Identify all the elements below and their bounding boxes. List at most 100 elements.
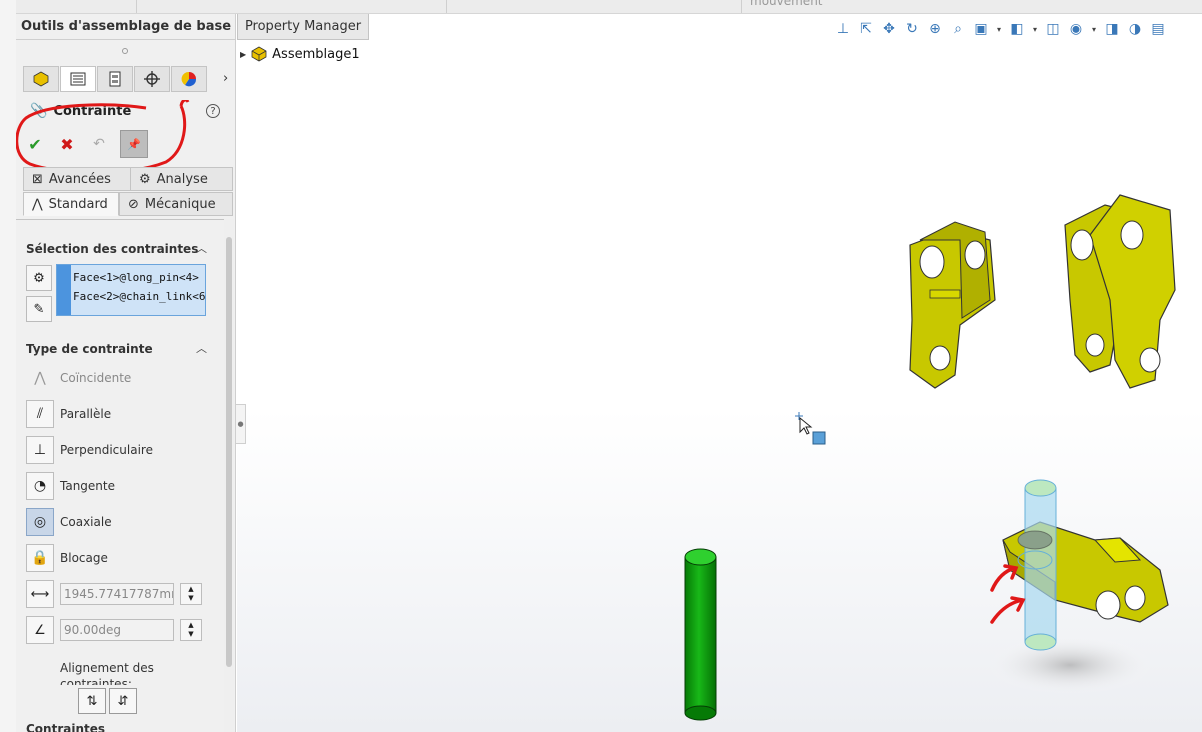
- select-icon[interactable]: ⇱: [857, 21, 875, 37]
- property-manager-header: 📎 Contrainte: [30, 100, 230, 122]
- tab-label: Avancées: [48, 171, 111, 187]
- tab-property-manager-icon[interactable]: [60, 66, 96, 92]
- tab-label: Mécanique: [144, 196, 216, 212]
- distance-spinner[interactable]: ▲ ▼: [180, 583, 202, 605]
- chevron-up-icon[interactable]: ︿: [196, 240, 207, 256]
- standard-mates-icon: ⋀: [32, 196, 43, 212]
- mate-selection-icon[interactable]: ⚙: [26, 265, 52, 291]
- resize-grip-icon[interactable]: [122, 48, 128, 54]
- crosshair-icon: [144, 71, 160, 87]
- appearance-icon[interactable]: ◨: [1103, 21, 1121, 37]
- analysis-icon: ⚙: [139, 171, 151, 187]
- angle-icon[interactable]: ∠: [26, 616, 54, 644]
- pan-icon[interactable]: ✥: [880, 21, 898, 37]
- zoom-fit-icon[interactable]: ⊕: [926, 21, 944, 37]
- assembly-icon: [33, 71, 49, 87]
- tab-advanced[interactable]: ⊠ Avancées: [23, 167, 131, 191]
- divider: [136, 0, 137, 13]
- mate-parallel[interactable]: ⫽ Parallèle: [26, 400, 111, 428]
- mate-perpendicular[interactable]: ⊥ Perpendiculaire: [26, 436, 153, 464]
- action-buttons: ✔ ✖ ↶ 📌: [24, 130, 148, 158]
- view-settings-icon[interactable]: ▤: [1149, 21, 1167, 37]
- tab-configuration-manager[interactable]: [97, 66, 133, 92]
- anti-aligned-button[interactable]: ⇵: [109, 688, 137, 714]
- list-item[interactable]: Face<2>@chain_link<6>: [73, 290, 205, 303]
- tab-label: Analyse: [156, 171, 208, 187]
- tab-property-manager[interactable]: Property Manager: [237, 14, 369, 40]
- mate-tangent[interactable]: ◔ Tangente: [26, 472, 115, 500]
- spin-up-icon[interactable]: ▲: [188, 621, 193, 630]
- tangent-icon: ◔: [26, 472, 54, 500]
- scene-icon[interactable]: ◑: [1126, 21, 1144, 37]
- help-icon[interactable]: ?: [206, 104, 220, 118]
- undo-button[interactable]: ↶: [88, 133, 110, 155]
- chevron-down-icon[interactable]: ▾: [995, 25, 1003, 34]
- eye-icon[interactable]: ◉: [1067, 21, 1085, 37]
- chevron-right-icon[interactable]: ›: [223, 71, 228, 86]
- mate-lock[interactable]: 🔒 Blocage: [26, 544, 108, 572]
- motion-study-label[interactable]: mouvement: [750, 0, 823, 8]
- perpendicular-icon: ⊥: [26, 436, 54, 464]
- parallel-icon: ⫽: [26, 400, 54, 428]
- expand-arrow-icon[interactable]: ▶: [240, 50, 246, 59]
- multi-mate-icon[interactable]: ✎: [26, 296, 52, 322]
- aligned-button[interactable]: ⇅: [78, 688, 106, 714]
- spin-down-icon[interactable]: ▼: [188, 594, 193, 603]
- zoom-area-icon[interactable]: ⌕: [949, 21, 967, 37]
- mate-label: Coaxiale: [60, 515, 112, 529]
- mate-label: Tangente: [60, 479, 115, 493]
- tab-mechanical[interactable]: ⊘ Mécanique: [119, 192, 233, 216]
- cancel-button[interactable]: ✖: [56, 133, 78, 155]
- distance-input[interactable]: 1945.77417787mm: [60, 583, 174, 605]
- assembly-icon: [251, 46, 267, 62]
- mechanical-mates-icon: ⊘: [128, 196, 139, 212]
- distance-icon[interactable]: ⟷: [26, 580, 54, 608]
- section-view-icon[interactable]: ▣: [972, 21, 990, 37]
- selection-bar: [57, 265, 71, 315]
- manager-tabs: ›: [23, 66, 233, 92]
- divider: [446, 0, 447, 13]
- coincident-icon: ⋀: [34, 370, 46, 386]
- command-manager-strip: mouvement: [16, 0, 1202, 14]
- tab-label: Standard: [48, 196, 108, 212]
- display-style-icon[interactable]: ◧: [1008, 21, 1026, 37]
- chevron-up-icon[interactable]: ︿: [196, 340, 207, 356]
- ok-button[interactable]: ✔: [24, 133, 46, 155]
- mate-label: Parallèle: [60, 407, 112, 421]
- angle-input[interactable]: 90.00deg: [60, 619, 174, 641]
- angle-row: ∠ 90.00deg ▲ ▼: [26, 616, 202, 644]
- lock-icon: 🔒: [26, 544, 54, 572]
- mate-label: Perpendiculaire: [60, 443, 153, 457]
- left-edge: [0, 0, 16, 732]
- panel-scrollbar[interactable]: [224, 219, 234, 732]
- list-item[interactable]: Face<1>@long_pin<4>: [73, 271, 205, 284]
- tab-dimxpert-manager[interactable]: [134, 66, 170, 92]
- distance-row: ⟷ 1945.77417787mm ▲ ▼: [26, 580, 202, 608]
- chevron-down-icon[interactable]: ▾: [1090, 25, 1098, 34]
- scrollbar-thumb[interactable]: [226, 237, 232, 667]
- property-manager-title: Contrainte: [53, 103, 132, 119]
- mate-selection-list[interactable]: Face<1>@long_pin<4> Face<2>@chain_link<6…: [56, 264, 206, 316]
- tab-standard[interactable]: ⋀ Standard: [23, 192, 119, 216]
- graphics-area[interactable]: [237, 14, 1202, 732]
- panel-splitter[interactable]: ●: [236, 404, 246, 444]
- mate-label: Coïncidente: [60, 371, 132, 385]
- heads-up-view-toolbar: ⊥ ⇱ ✥ ↻ ⊕ ⌕ ▣ ▾ ◧ ▾ ◫ ◉ ▾ ◨ ◑ ▤: [834, 16, 1167, 42]
- pushpin-button[interactable]: 📌: [120, 130, 148, 158]
- section-title-selection: Sélection des contraintes: [26, 242, 199, 256]
- angle-spinner[interactable]: ▲ ▼: [180, 619, 202, 641]
- tab-analysis[interactable]: ⚙ Analyse: [130, 167, 233, 191]
- paperclip-icon: 📎: [30, 103, 48, 119]
- spin-up-icon[interactable]: ▲: [188, 585, 193, 594]
- orient-icon[interactable]: ⊥: [834, 21, 852, 37]
- spin-down-icon[interactable]: ▼: [188, 630, 193, 639]
- mate-coincident[interactable]: ⋀ Coïncidente: [26, 364, 131, 392]
- rotate-icon[interactable]: ↻: [903, 21, 921, 37]
- feature-tree-root[interactable]: ▶ Assemblage1: [240, 46, 360, 62]
- hide-show-icon[interactable]: ◫: [1044, 21, 1062, 37]
- section-title-mate-type: Type de contrainte: [26, 342, 153, 356]
- mate-concentric[interactable]: ◎ Coaxiale: [26, 508, 112, 536]
- tab-display-manager[interactable]: [171, 66, 207, 92]
- tab-feature-manager[interactable]: [23, 66, 59, 92]
- chevron-down-icon[interactable]: ▾: [1031, 25, 1039, 34]
